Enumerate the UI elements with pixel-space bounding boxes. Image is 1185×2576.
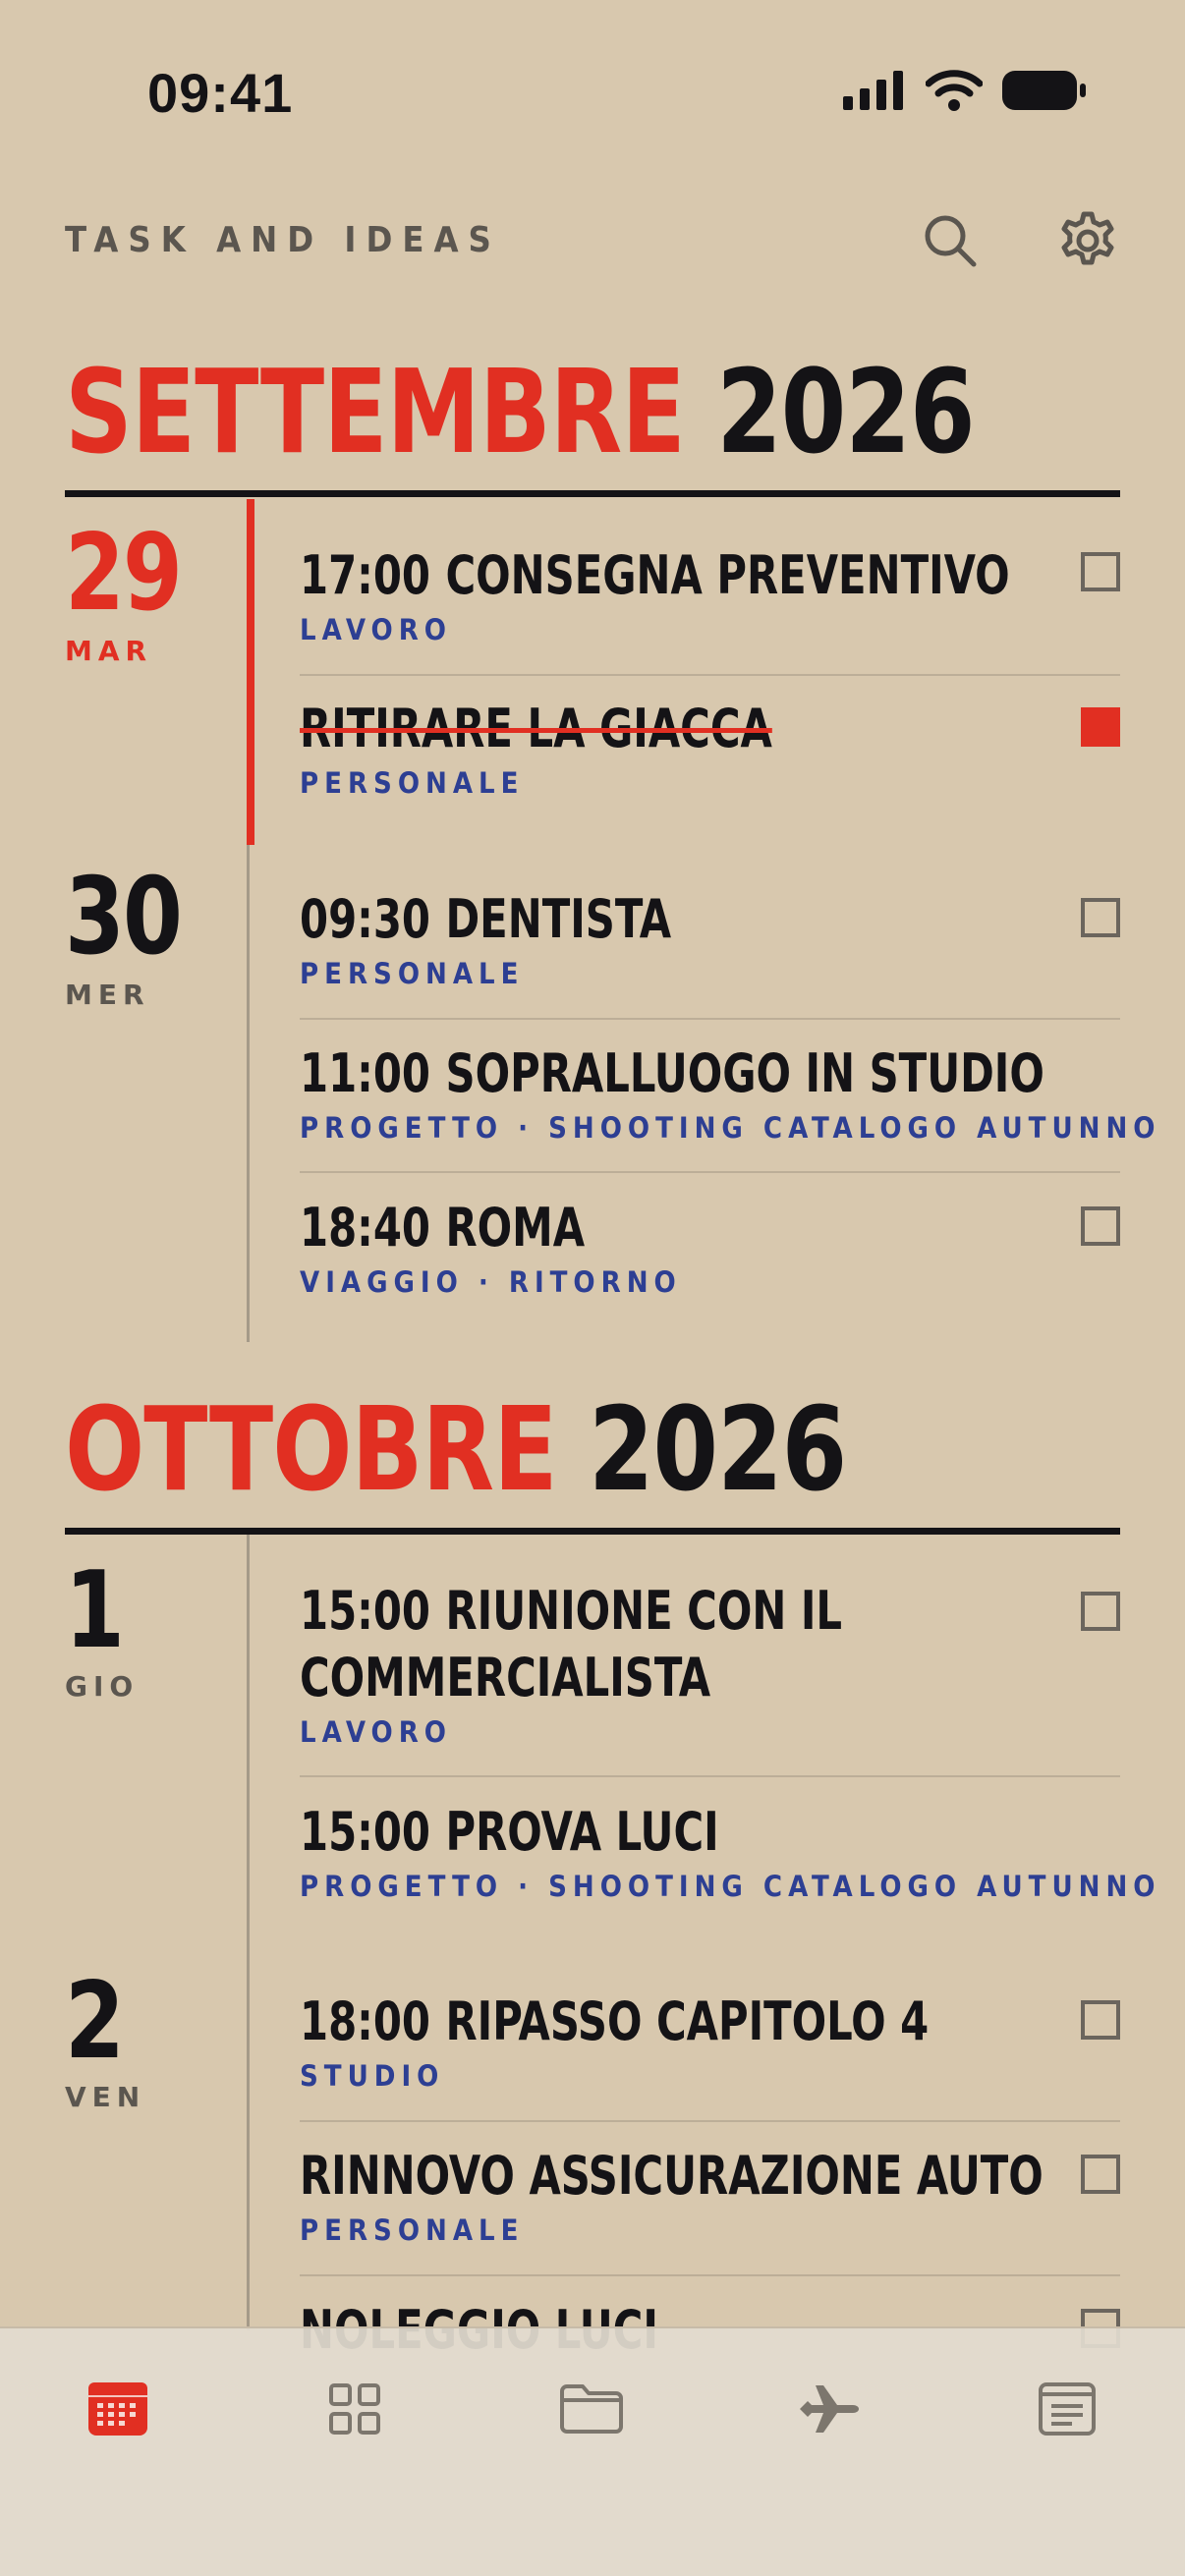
airplane-icon	[798, 2381, 863, 2440]
status-icons	[843, 69, 1087, 116]
task-title: RIPASSO CAPITOLO 4	[445, 1990, 930, 2052]
month-header-settembre: SETTEMBRE 2026	[65, 354, 1120, 470]
timeline-line	[247, 845, 250, 1342]
task-title: PROVA LUCI	[445, 1801, 719, 1863]
task-category: LAVORO	[300, 1715, 452, 1749]
task-divider	[300, 2120, 1120, 2122]
app-title: TASK AND IDEAS	[65, 220, 501, 260]
task-time: 18:00	[300, 1990, 431, 2052]
task-checkbox[interactable]	[1081, 1592, 1120, 1631]
task-divider	[300, 1775, 1120, 1777]
task-item[interactable]: 18:00 RIPASSO CAPITOLO 4 STUDIO	[300, 1988, 1120, 2093]
wifi-icon	[925, 70, 984, 115]
task-time: 18:40	[300, 1197, 431, 1259]
task-item[interactable]: 18:40 ROMA VIAGGIO · RITORNO	[300, 1195, 1120, 1299]
task-item[interactable]: RINNOVO ASSICURAZIONE AUTO PERSONALE	[300, 2143, 1120, 2247]
folder-icon	[559, 2383, 624, 2438]
month-header-ottobre: OTTOBRE 2026	[65, 1391, 1120, 1507]
task-item[interactable]: 11:00 SOPRALLUOGO IN STUDIO PROGETTO · SH…	[300, 1040, 1161, 1145]
task-time: 15:00	[300, 1580, 431, 1642]
task-category: PERSONALE	[300, 2213, 525, 2247]
app-header: TASK AND IDEAS	[65, 208, 1120, 273]
gear-icon[interactable]	[1055, 208, 1120, 273]
month-year: 2026	[716, 344, 975, 479]
task-checkbox-checked[interactable]	[1081, 707, 1120, 747]
month-year: 2026	[588, 1381, 847, 1517]
task-time: 11:00	[300, 1042, 431, 1104]
task-divider	[300, 1171, 1120, 1173]
day-number: 29	[65, 512, 183, 635]
tab-notes[interactable]	[1018, 2372, 1116, 2450]
today-indicator-line	[247, 499, 254, 845]
day-number: 1	[65, 1549, 125, 1672]
task-title: ROMA	[445, 1197, 586, 1259]
task-item[interactable]: 17:00 CONSEGNA PREVENTIVO LAVORO	[300, 542, 1120, 646]
tab-folder[interactable]	[542, 2372, 641, 2450]
task-checkbox[interactable]	[1081, 552, 1120, 591]
calendar-icon	[87, 2381, 148, 2440]
task-category: PERSONALE	[300, 957, 525, 990]
month-name: SETTEMBRE	[65, 344, 686, 479]
notes-icon	[1039, 2382, 1096, 2439]
task-item[interactable]: 09:30 DENTISTA PERSONALE	[300, 886, 1120, 990]
task-title: RITIRARE LA GIACCA	[300, 698, 772, 759]
task-title: DENTISTA	[445, 888, 672, 950]
month-name: OTTOBRE	[65, 1381, 557, 1517]
task-title: SOPRALLUOGO IN STUDIO	[445, 1042, 1044, 1104]
task-checkbox[interactable]	[1081, 2155, 1120, 2194]
task-title: RINNOVO ASSICURAZIONE AUTO	[300, 2145, 1044, 2207]
day-weekday: MER	[65, 979, 150, 1011]
tab-calendar[interactable]	[69, 2372, 167, 2450]
task-checkbox[interactable]	[1081, 2000, 1120, 2040]
tab-grid[interactable]	[306, 2372, 404, 2450]
task-title: CONSEGNA PREVENTIVO	[445, 544, 1010, 606]
task-item[interactable]: RITIRARE LA GIACCA PERSONALE	[300, 696, 1120, 800]
task-checkbox[interactable]	[1081, 1206, 1120, 1246]
task-divider	[300, 2274, 1120, 2276]
task-divider	[300, 674, 1120, 676]
task-item[interactable]: 15:00 PROVA LUCI PROGETTO · SHOOTING CATA…	[300, 1799, 1161, 1903]
battery-icon	[1002, 69, 1087, 116]
task-time: 15:00	[300, 1801, 431, 1863]
timeline-line	[247, 1535, 250, 2330]
day-weekday: GIO	[65, 1670, 140, 1703]
cellular-signal-icon	[843, 71, 906, 114]
task-item[interactable]: 15:00 RIUNIONE CON IL COMMERCIALISTA LAVO…	[300, 1578, 1120, 1749]
task-checkbox[interactable]	[1081, 898, 1120, 937]
grid-icon	[328, 2382, 381, 2439]
day-weekday: VEN	[65, 2081, 146, 2113]
task-category: PROGETTO · SHOOTING CATALOGO AUTUNNO	[300, 1111, 1161, 1145]
task-category: VIAGGIO · RITORNO	[300, 1265, 682, 1299]
search-icon[interactable]	[918, 208, 983, 273]
task-category: STUDIO	[300, 2059, 445, 2093]
day-weekday: MAR	[65, 635, 153, 667]
task-time: 17:00	[300, 544, 431, 606]
task-time: 09:30	[300, 888, 431, 950]
day-number: 2	[65, 1960, 125, 2083]
tab-bar	[0, 2326, 1185, 2576]
task-category: PERSONALE	[300, 766, 525, 800]
month-divider	[65, 490, 1120, 497]
month-divider	[65, 1528, 1120, 1535]
status-time: 09:41	[147, 62, 294, 124]
task-divider	[300, 1018, 1120, 1020]
tab-travel[interactable]	[781, 2372, 879, 2450]
day-number: 30	[65, 856, 183, 979]
task-category: LAVORO	[300, 613, 452, 646]
status-bar: 09:41	[0, 0, 1185, 187]
task-category: PROGETTO · SHOOTING CATALOGO AUTUNNO	[300, 1870, 1161, 1903]
